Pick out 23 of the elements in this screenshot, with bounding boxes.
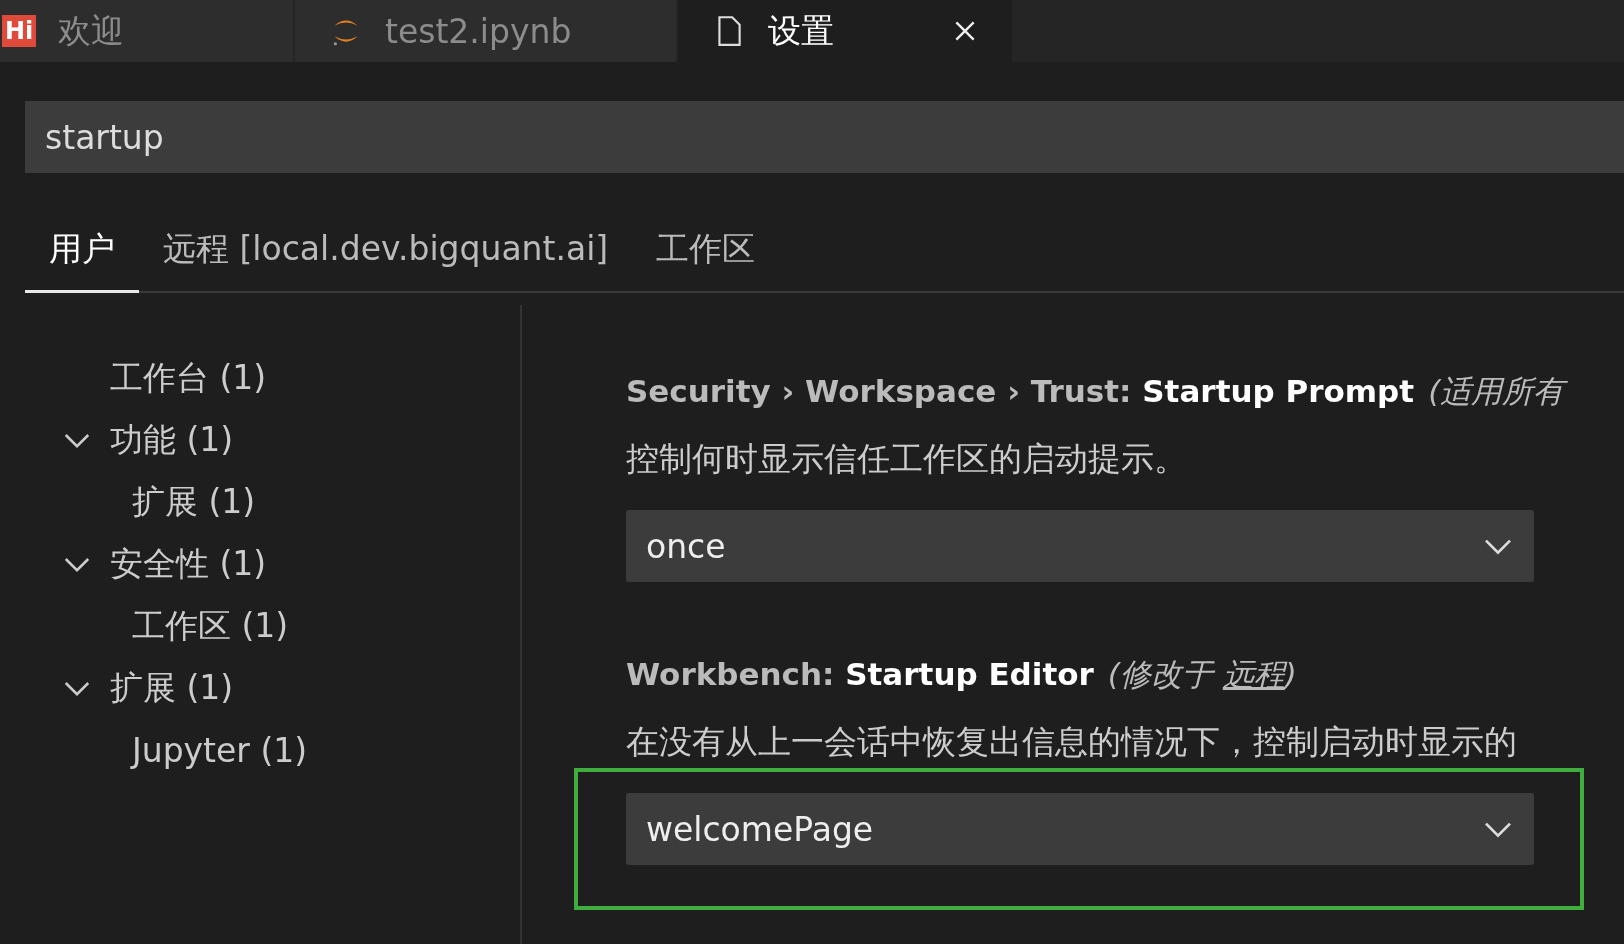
scope-tab[interactable]: 远程 [local.dev.bigquant.ai] [139, 227, 633, 293]
editor-tab[interactable]: test2.ipynb [295, 0, 676, 62]
dropdown[interactable]: welcomePage [626, 793, 1534, 865]
tree-item[interactable]: 工作台 (1) [25, 347, 520, 409]
setting-title: Workbench: Startup Editor (修改于 远程) [626, 655, 1298, 694]
setting-description: 在没有从上一会话中恢复出信息的情况下，控制启动时显示的 [626, 721, 1518, 763]
search-field[interactable]: startup [25, 101, 1624, 173]
app-logo-icon: Hi [2, 15, 37, 47]
setting-description: 控制何时显示信任工作区的启动提示。 [626, 438, 1188, 480]
tree-item[interactable]: Jupyter (1) [25, 719, 520, 781]
editor-tab[interactable]: Hi 欢迎 [0, 0, 293, 62]
tree-item[interactable]: 扩展 (1) [25, 657, 520, 719]
tab-label: 欢迎 [58, 9, 125, 52]
editor-tab[interactable]: 设置 [678, 0, 1012, 62]
tree-item[interactable]: 安全性 (1) [25, 533, 520, 595]
tree-item[interactable]: 工作区 (1) [25, 595, 520, 657]
dropdown[interactable]: once [626, 510, 1534, 582]
tab-label: test2.ipynb [385, 11, 572, 51]
scope-tab[interactable]: 用户 [25, 227, 139, 293]
tree-item[interactable]: 功能 (1) [25, 409, 520, 471]
scope-tab[interactable]: 工作区 [632, 227, 780, 293]
tree-item[interactable]: 扩展 (1) [25, 471, 520, 533]
tab-label: 设置 [768, 9, 834, 52]
